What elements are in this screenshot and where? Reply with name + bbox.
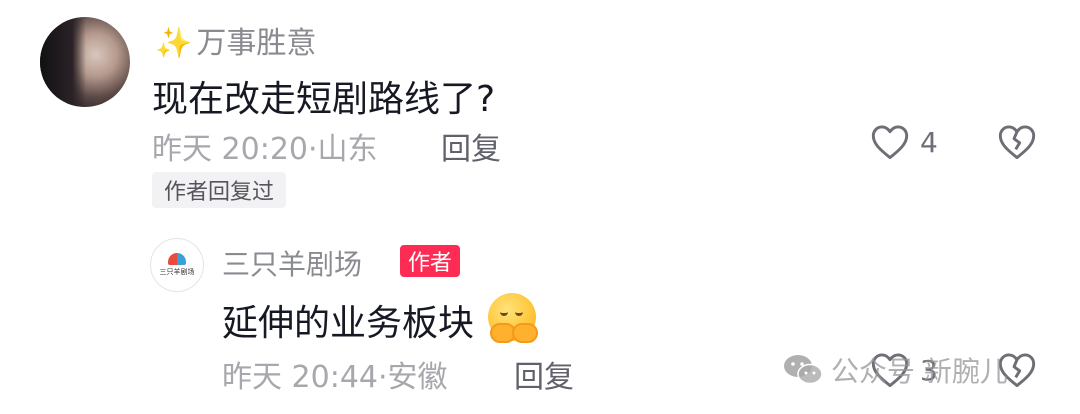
author-avatar[interactable]: 三只羊剧场	[150, 238, 204, 292]
emoji-hand-right	[512, 323, 538, 343]
hugging-face-emoji	[488, 293, 538, 343]
author-tag-badge: 作者	[400, 245, 461, 277]
commenter-username[interactable]: ✨ 万事胜意	[155, 18, 316, 62]
reply-meta: 昨天 20:44·安徽	[222, 352, 448, 396]
reply-location: 安徽	[387, 360, 448, 395]
reply-time: 昨天 20:44	[222, 360, 378, 395]
comment-like-button[interactable]: 4	[870, 124, 938, 160]
comment-reply-button[interactable]: 回复	[441, 124, 501, 168]
comment-dislike-button[interactable]	[997, 124, 1037, 164]
comment-like-count: 4	[920, 125, 938, 159]
reply-author-name[interactable]: 三只羊剧场	[222, 243, 362, 283]
comment-location: 山东	[317, 132, 378, 167]
author-logo-text: 三只羊剧场	[159, 268, 195, 276]
author-replied-badge[interactable]: 作者回复过	[152, 172, 287, 208]
comment-meta: 昨天 20:20·山东	[152, 124, 378, 168]
meta-separator: ·	[378, 360, 388, 395]
broken-heart-icon	[998, 125, 1036, 160]
commenter-username-text: 万事胜意	[196, 26, 317, 61]
meta-separator: ·	[308, 132, 318, 167]
heart-outline-icon	[871, 125, 909, 160]
comment-text: 现在改走短剧路线了?	[152, 79, 496, 120]
watermark: 公众号 新腕儿	[783, 350, 1008, 390]
wechat-icon	[784, 355, 823, 385]
reply-reply-button[interactable]: 回复	[514, 352, 574, 396]
emoji-eye-left	[500, 309, 508, 316]
author-logo-mark	[168, 253, 186, 265]
watermark-text: 公众号 新腕儿	[831, 355, 1008, 388]
comment-time: 昨天 20:20	[152, 132, 308, 167]
sparkles-icon: ✨	[155, 26, 193, 61]
commenter-avatar[interactable]	[40, 17, 130, 107]
emoji-eye-right	[515, 309, 523, 316]
reply-text: 延伸的业务板块	[222, 303, 475, 344]
